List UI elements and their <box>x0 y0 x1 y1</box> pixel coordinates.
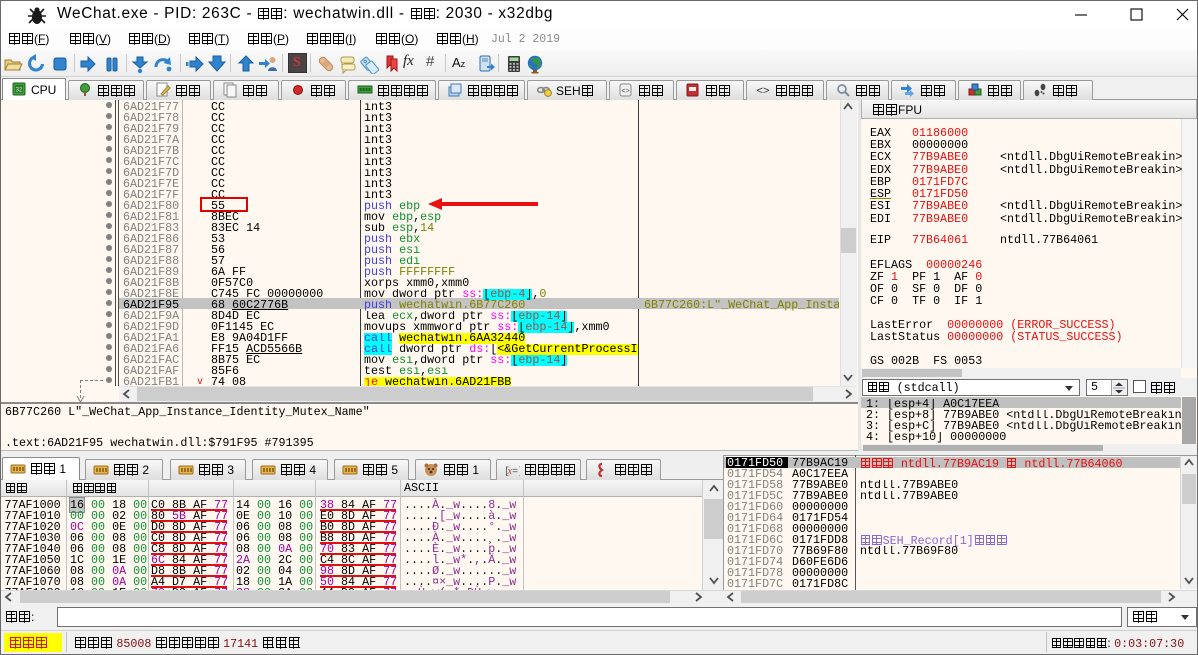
svg-text:<>: <> <box>621 88 629 95</box>
svg-text:=]: =] <box>512 466 520 478</box>
svg-text:32: 32 <box>16 88 23 94</box>
svg-text:<>: <> <box>757 85 770 97</box>
